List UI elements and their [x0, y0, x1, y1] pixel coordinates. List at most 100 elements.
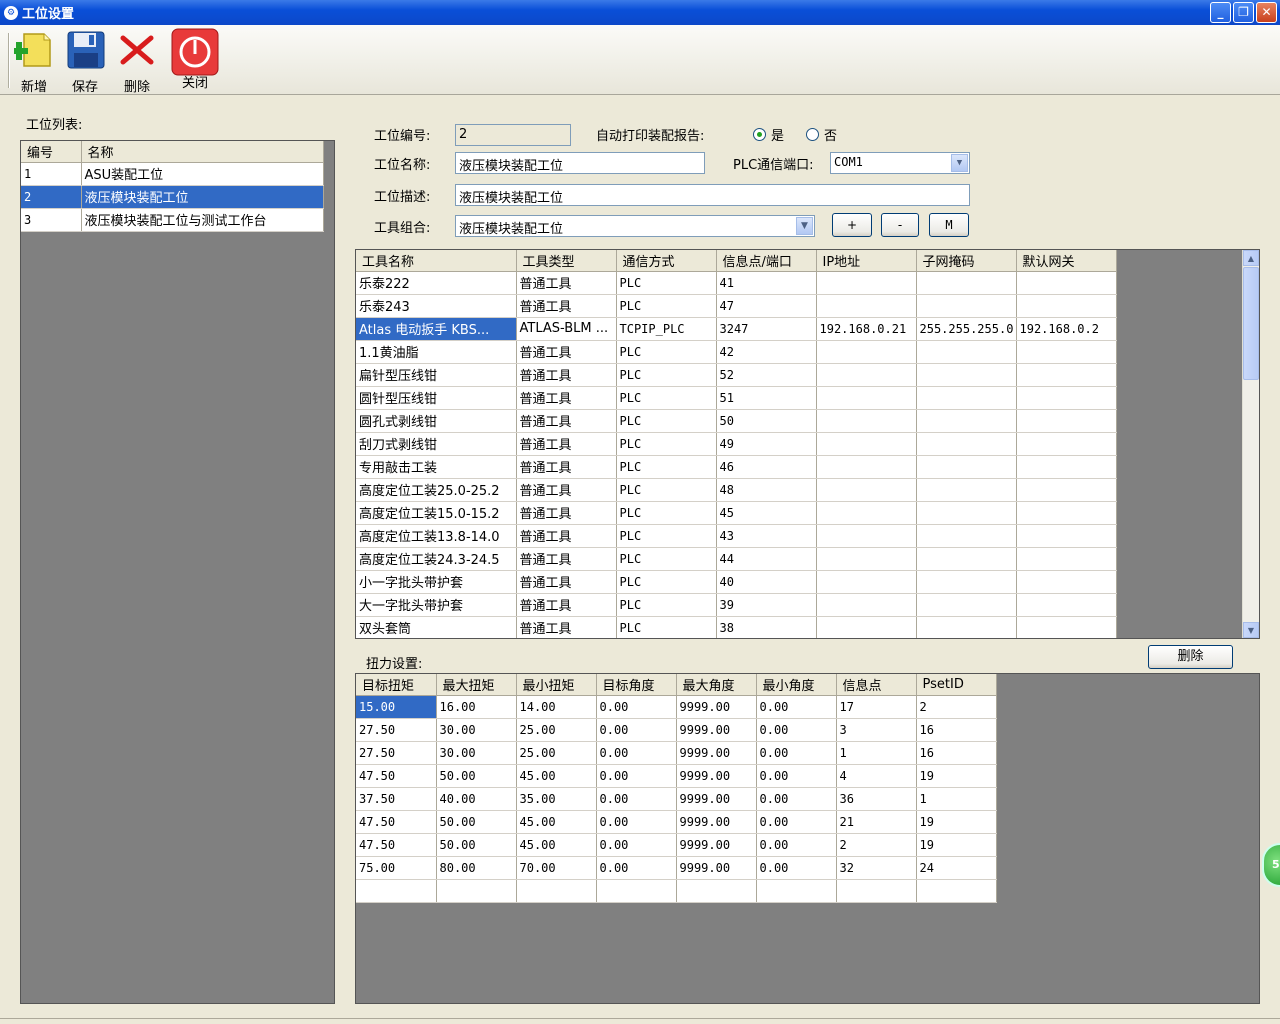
table-cell[interactable]: 30.00	[436, 718, 517, 742]
table-cell[interactable]	[916, 478, 1017, 502]
table-cell[interactable]	[816, 593, 917, 617]
table-cell[interactable]: 35.00	[516, 787, 597, 811]
table-cell[interactable]: 16	[916, 718, 997, 742]
table-cell[interactable]	[1016, 409, 1117, 433]
table-cell[interactable]: PLC	[616, 294, 717, 318]
table-cell[interactable]	[816, 616, 917, 638]
table-cell[interactable]	[1016, 294, 1117, 318]
table-cell[interactable]: 0.00	[596, 695, 677, 719]
table-cell[interactable]: 39	[716, 593, 817, 617]
table-cell[interactable]: 大一字批头带护套	[356, 593, 517, 617]
delete-button[interactable]: 删除	[112, 28, 162, 95]
table-cell[interactable]: 普通工具	[516, 547, 617, 571]
table-row[interactable]: 75.00 80.00 70.00 0.00 9999.00 0.00 32 24	[356, 856, 997, 880]
table-cell[interactable]: PLC	[616, 455, 717, 479]
table-cell[interactable]: 75.00	[356, 856, 437, 880]
table-cell[interactable]: 普通工具	[516, 432, 617, 456]
table-cell[interactable]	[756, 879, 837, 903]
table-cell[interactable]: 16	[916, 741, 997, 765]
table-row[interactable]: 大一字批头带护套 普通工具 PLC 39	[356, 593, 1117, 617]
table-cell[interactable]: 17	[836, 695, 917, 719]
new-button[interactable]: 新增	[9, 28, 59, 95]
table-row[interactable]: 27.50 30.00 25.00 0.00 9999.00 0.00 3 16	[356, 718, 997, 742]
table-cell[interactable]: PLC	[616, 616, 717, 638]
table-cell[interactable]: 普通工具	[516, 593, 617, 617]
table-cell[interactable]: 47.50	[356, 833, 437, 857]
table-cell[interactable]	[1016, 478, 1117, 502]
table-cell[interactable]	[1016, 570, 1117, 594]
table-cell[interactable]: 乐泰222	[356, 271, 517, 295]
table-cell[interactable]	[916, 616, 1017, 638]
table-cell[interactable]: ASU装配工位	[81, 162, 324, 186]
table-cell[interactable]: 液压模块装配工位	[81, 185, 324, 209]
table-cell[interactable]	[816, 386, 917, 410]
table-cell[interactable]	[916, 363, 1017, 387]
table-cell[interactable]	[1016, 524, 1117, 548]
table-cell[interactable]: 刮刀式剥线钳	[356, 432, 517, 456]
table-cell[interactable]: 24	[916, 856, 997, 880]
table-cell[interactable]: Atlas 电动扳手 KBS...	[356, 317, 517, 341]
table-cell[interactable]: 49	[716, 432, 817, 456]
column-header[interactable]: 最大角度	[676, 674, 757, 696]
table-cell[interactable]: 47.50	[356, 764, 437, 788]
table-cell[interactable]: 专用敲击工装	[356, 455, 517, 479]
table-cell[interactable]: 25.00	[516, 741, 597, 765]
table-cell[interactable]: 45	[716, 501, 817, 525]
table-cell[interactable]: 2	[916, 695, 997, 719]
table-cell[interactable]: PLC	[616, 409, 717, 433]
table-cell[interactable]: 3	[21, 208, 82, 232]
table-cell[interactable]: 50.00	[436, 833, 517, 857]
table-cell[interactable]	[596, 879, 677, 903]
table-cell[interactable]: 3	[836, 718, 917, 742]
column-header[interactable]: 最小角度	[756, 674, 837, 696]
table-cell[interactable]	[816, 478, 917, 502]
table-cell[interactable]	[916, 340, 1017, 364]
table-row[interactable]: 1 ASU装配工位	[21, 162, 324, 186]
table-cell[interactable]: 50	[716, 409, 817, 433]
table-cell[interactable]: 0.00	[596, 718, 677, 742]
station-list-grid[interactable]: 编号 名称 1 ASU装配工位 2 液压模块装配工位 3 液压模块装配工位与测试工作台	[20, 140, 335, 1004]
table-cell[interactable]: 高度定位工装13.8-14.0	[356, 524, 517, 548]
table-cell[interactable]: 38	[716, 616, 817, 638]
table-row[interactable]: 1.1黄油脂 普通工具 PLC 42	[356, 340, 1117, 364]
save-button[interactable]: 保存	[60, 28, 110, 95]
table-row[interactable]: 47.50 50.00 45.00 0.00 9999.00 0.00 4 19	[356, 764, 997, 788]
table-cell[interactable]: 普通工具	[516, 570, 617, 594]
table-cell[interactable]: 14.00	[516, 695, 597, 719]
column-header[interactable]: 工具名称	[356, 250, 517, 272]
table-cell[interactable]: 9999.00	[676, 764, 757, 788]
table-cell[interactable]	[916, 501, 1017, 525]
table-cell[interactable]: 41	[716, 271, 817, 295]
new-row[interactable]	[356, 879, 997, 903]
table-row[interactable]: 3 液压模块装配工位与测试工作台	[21, 208, 324, 232]
table-row[interactable]: 刮刀式剥线钳 普通工具 PLC 49	[356, 432, 1117, 456]
scroll-down-icon[interactable]: ▼	[1243, 622, 1259, 638]
table-cell[interactable]	[916, 879, 997, 903]
table-cell[interactable]	[1016, 616, 1117, 638]
table-cell[interactable]: 0.00	[756, 856, 837, 880]
table-cell[interactable]: 36	[836, 787, 917, 811]
table-cell[interactable]: PLC	[616, 340, 717, 364]
table-cell[interactable]: 圆孔式剥线钳	[356, 409, 517, 433]
table-cell[interactable]: TCPIP_PLC	[616, 317, 717, 341]
table-cell[interactable]: 普通工具	[516, 409, 617, 433]
column-header[interactable]: 目标扭矩	[356, 674, 437, 696]
table-cell[interactable]	[1016, 363, 1117, 387]
table-cell[interactable]: 普通工具	[516, 455, 617, 479]
table-cell[interactable]	[916, 547, 1017, 571]
table-cell[interactable]: 普通工具	[516, 271, 617, 295]
table-cell[interactable]: 普通工具	[516, 524, 617, 548]
table-cell[interactable]: 4	[836, 764, 917, 788]
close-button[interactable]: 关闭	[170, 28, 220, 92]
chevron-down-icon[interactable]: ▼	[796, 217, 813, 235]
table-cell[interactable]: 9999.00	[676, 787, 757, 811]
table-cell[interactable]: 高度定位工装25.0-25.2	[356, 478, 517, 502]
table-cell[interactable]: 1	[21, 162, 82, 186]
table-cell[interactable]: 0.00	[596, 833, 677, 857]
table-cell[interactable]: 0.00	[596, 787, 677, 811]
auto-print-no-radio[interactable]: 否	[806, 125, 837, 144]
table-cell[interactable]: 48	[716, 478, 817, 502]
table-row[interactable]: 47.50 50.00 45.00 0.00 9999.00 0.00 21 19	[356, 810, 997, 834]
table-cell[interactable]: 45.00	[516, 810, 597, 834]
table-cell[interactable]	[916, 570, 1017, 594]
